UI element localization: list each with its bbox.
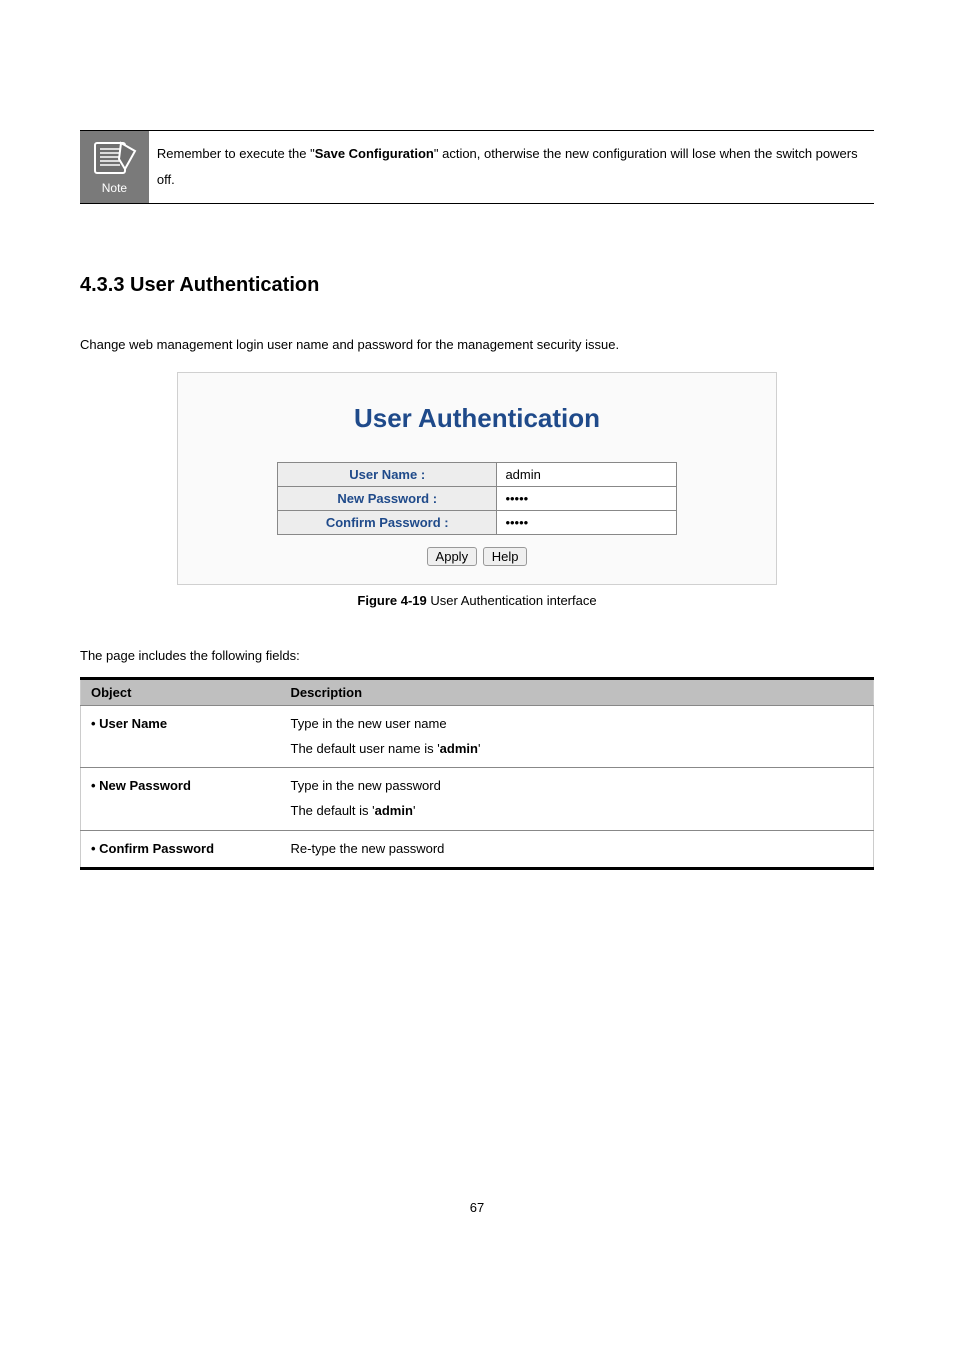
desc-line2-bold: admin (375, 803, 413, 818)
fields-header-row: Object Description (81, 679, 874, 706)
row-object: • Confirm Password (81, 830, 281, 869)
note-callout: Note Remember to execute the "Save Confi… (80, 130, 874, 204)
desc-line2-bold: admin (440, 741, 478, 756)
newpass-label: New Password : (278, 487, 497, 511)
table-row: • Confirm Password Re-type the new passw… (81, 830, 874, 869)
auth-buttons: Apply Help (190, 547, 764, 566)
auth-row-username: User Name : (278, 463, 677, 487)
row-description: Re-type the new password (281, 830, 874, 869)
newpass-input[interactable] (505, 491, 605, 506)
note-icon-cell: Note (80, 131, 149, 203)
auth-row-newpass: New Password : (278, 487, 677, 511)
section-description: Change web management login user name an… (80, 337, 874, 352)
auth-title: User Authentication (190, 403, 764, 434)
desc-line2-post: ' (478, 741, 480, 756)
header-description: Description (281, 679, 874, 706)
table-row: • New Password Type in the new password … (81, 768, 874, 830)
page-number: 67 (80, 1200, 874, 1215)
apply-button[interactable]: Apply (427, 547, 478, 566)
figure-caption: Figure 4-19 User Authentication interfac… (80, 593, 874, 608)
fields-intro: The page includes the following fields: (80, 648, 874, 663)
note-text-bold: Save Configuration (315, 146, 434, 161)
confirmpass-label: Confirm Password : (278, 511, 497, 535)
row-description: Type in the new user name The default us… (281, 706, 874, 768)
row-description: Type in the new password The default is … (281, 768, 874, 830)
username-input[interactable] (505, 467, 605, 482)
help-button[interactable]: Help (483, 547, 528, 566)
section-heading: 4.3.3 User Authentication (80, 274, 874, 297)
note-text-prefix: Remember to execute the " (157, 146, 315, 161)
user-auth-panel: User Authentication User Name : New Pass… (177, 372, 777, 585)
header-object: Object (81, 679, 281, 706)
confirmpass-input[interactable] (505, 515, 605, 530)
username-label: User Name : (278, 463, 497, 487)
note-icon (89, 139, 139, 179)
fields-table: Object Description • User Name Type in t… (80, 677, 874, 870)
figure-label: Figure 4-19 (357, 593, 426, 608)
note-label: Note (102, 181, 127, 195)
desc-line1: Type in the new user name (291, 716, 447, 731)
desc-line1: Re-type the new password (291, 841, 445, 856)
auth-table: User Name : New Password : Confirm Passw… (277, 462, 677, 535)
row-object: • New Password (81, 768, 281, 830)
desc-line2-pre: The default is ' (291, 803, 375, 818)
note-text: Remember to execute the "Save Configurat… (149, 131, 874, 203)
desc-line1: Type in the new password (291, 778, 441, 793)
row-object: • User Name (81, 706, 281, 768)
figure-text: User Authentication interface (427, 593, 597, 608)
table-row: • User Name Type in the new user name Th… (81, 706, 874, 768)
desc-line2-pre: The default user name is ' (291, 741, 440, 756)
desc-line2-post: ' (413, 803, 415, 818)
auth-row-confirmpass: Confirm Password : (278, 511, 677, 535)
